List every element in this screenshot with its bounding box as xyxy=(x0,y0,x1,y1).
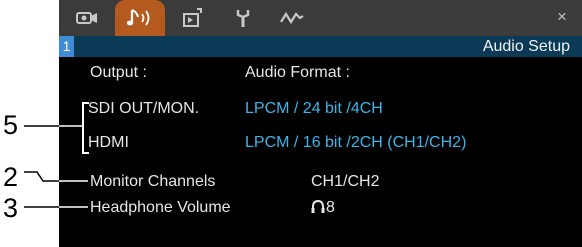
audio-note-icon xyxy=(126,9,150,26)
headphone-volume-number: 8 xyxy=(326,199,335,216)
monitor-channels-value: CH1/CH2 xyxy=(311,173,380,190)
menu-title: Audio Setup xyxy=(482,38,570,55)
audio-format-header: Audio Format : xyxy=(245,64,350,81)
callout-leaders-outside xyxy=(24,125,60,208)
sdi-out-format-value: LPCM / 24 bit /4CH xyxy=(245,100,383,117)
monitor-channels-label[interactable]: Monitor Channels xyxy=(90,172,215,192)
headphone-volume-label[interactable]: Headphone Volume xyxy=(90,198,231,218)
menu-tab-bar: × xyxy=(59,0,582,36)
sdi-out-label[interactable]: SDI OUT/MON. xyxy=(88,99,199,119)
hdmi-format-value: LPCM / 16 bit /2CH (CH1/CH2) xyxy=(245,134,467,151)
waveform-icon xyxy=(280,11,304,25)
tab-playback-settings[interactable] xyxy=(168,0,218,36)
camera-menu-screen: × 1 Audio Setup Output : Audio Format : … xyxy=(59,0,582,247)
hdmi-label[interactable]: HDMI xyxy=(88,133,129,153)
tab-system-setup[interactable] xyxy=(218,0,268,36)
menu-page-bar: 1 Audio Setup xyxy=(59,36,582,57)
headphone-volume-value: 8 xyxy=(311,198,335,218)
close-icon[interactable]: × xyxy=(552,7,572,27)
playback-settings-icon xyxy=(183,8,202,27)
headphone-icon xyxy=(311,199,325,213)
tab-audio[interactable] xyxy=(115,0,165,36)
wrench-icon xyxy=(236,10,250,27)
tab-waveform[interactable] xyxy=(267,0,317,36)
